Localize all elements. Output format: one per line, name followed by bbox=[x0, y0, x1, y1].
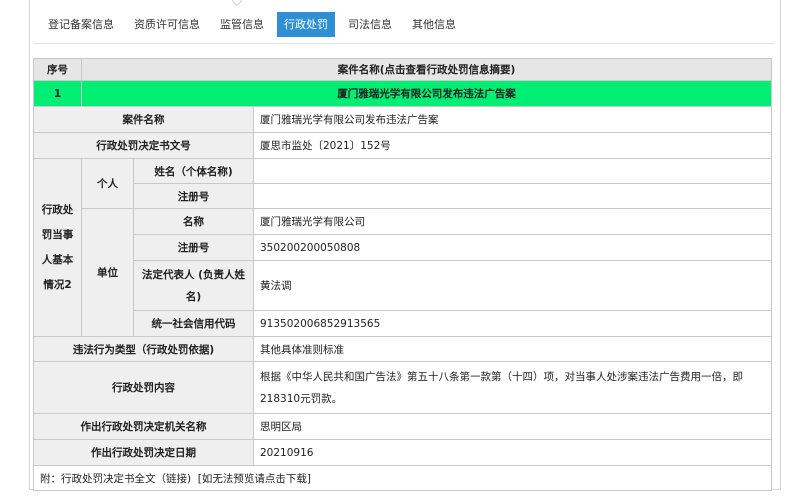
value-individual-reg bbox=[252, 183, 773, 209]
label-individual-name: 姓名（个体名称) bbox=[133, 158, 254, 184]
value-individual-name bbox=[252, 158, 773, 184]
decision-full-text-link[interactable]: 行政处罚决定书全文（链接) bbox=[61, 473, 191, 485]
value-penalty-content: 根据《中华人民共和国广告法》第五十八条第一款第（十四）项，对当事人处涉案违法广告… bbox=[252, 361, 773, 414]
tab-other[interactable]: 其他信息 bbox=[405, 12, 463, 37]
info-tabs: 登记备案信息 资质许可信息 监管信息 行政处罚 司法信息 其他信息 bbox=[41, 12, 469, 37]
label-individual-reg: 注册号 bbox=[133, 183, 254, 209]
value-authority: 思明区局 bbox=[252, 413, 773, 440]
download-link[interactable]: [如无法预览请点击下载] bbox=[198, 473, 311, 485]
value-credit-code: 913502006852913565 bbox=[252, 310, 773, 337]
label-credit-code: 统一社会信用代码 bbox=[133, 310, 254, 337]
value-legal-rep: 黄法调 bbox=[252, 260, 773, 311]
label-individual: 个人 bbox=[81, 158, 134, 209]
value-entity-name: 厦门雅瑞光学有限公司 bbox=[252, 208, 773, 235]
tab-administrative-penalty[interactable]: 行政处罚 bbox=[277, 12, 335, 37]
label-entity-name: 名称 bbox=[133, 208, 254, 235]
header-case-name: 案件名称(点击查看行政处罚信息摘要) bbox=[80, 58, 773, 81]
label-decision-date: 作出行政处罚决定日期 bbox=[33, 439, 254, 466]
value-case-name: 厦门雅瑞光学有限公司发布违法广告案 bbox=[252, 106, 773, 133]
tabs-divider bbox=[34, 43, 774, 44]
value-decision-date: 20210916 bbox=[252, 439, 773, 466]
penalty-table: 序号 案件名称(点击查看行政处罚信息摘要) 1 厦门雅瑞光学有限公司发布违法广告… bbox=[32, 58, 773, 491]
label-penalty-content: 行政处罚内容 bbox=[33, 361, 254, 414]
case-index: 1 bbox=[33, 80, 82, 107]
pointer-notch-icon bbox=[232, 0, 242, 6]
value-decision-number: 厦思市监处〔2021〕152号 bbox=[252, 132, 773, 159]
label-authority: 作出行政处罚决定机关名称 bbox=[33, 413, 254, 440]
label-entity-reg: 注册号 bbox=[133, 234, 254, 261]
value-entity-reg: 350200200050808 bbox=[252, 234, 773, 261]
header-index: 序号 bbox=[33, 58, 82, 81]
label-case-name: 案件名称 bbox=[33, 106, 254, 133]
label-entity: 单位 bbox=[81, 208, 134, 337]
label-decision-number: 行政处罚决定书文号 bbox=[33, 132, 254, 159]
tab-supervision[interactable]: 监管信息 bbox=[213, 12, 271, 37]
tab-registration[interactable]: 登记备案信息 bbox=[41, 12, 121, 37]
label-legal-rep: 法定代表人 (负责人姓名) bbox=[133, 260, 254, 311]
attachment-prefix: 附： bbox=[40, 472, 61, 485]
case-title-link[interactable]: 厦门雅瑞光学有限公司发布违法广告案 bbox=[80, 80, 773, 107]
tab-qualification[interactable]: 资质许可信息 bbox=[127, 12, 207, 37]
tab-judicial[interactable]: 司法信息 bbox=[341, 12, 399, 37]
label-party-info: 行政处罚当事人基本情况2 bbox=[33, 158, 82, 337]
attachment-row: 附：行政处罚决定书全文（链接) [如无法预览请点击下载] bbox=[32, 465, 773, 491]
label-violation-type: 违法行为类型（行政处罚依据) bbox=[33, 336, 254, 362]
value-violation-type: 其他具体准则标准 bbox=[252, 336, 773, 362]
